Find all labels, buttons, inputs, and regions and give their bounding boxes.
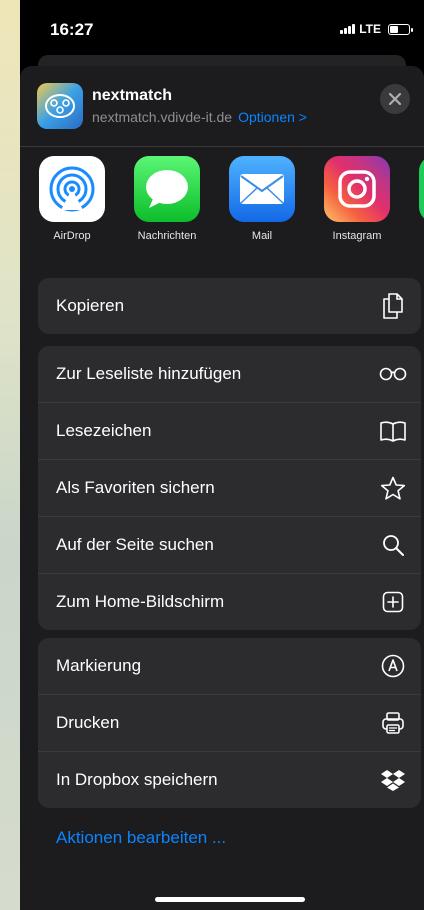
status-indicators: LTE bbox=[340, 22, 413, 36]
signal-icon bbox=[340, 24, 356, 34]
dropbox-icon bbox=[379, 766, 407, 794]
action-label: Drucken bbox=[56, 713, 120, 732]
nextmatch-logo-icon bbox=[37, 83, 83, 129]
add-square-icon bbox=[379, 588, 407, 616]
share-target-mail[interactable]: Mail bbox=[222, 156, 302, 242]
copy-icon bbox=[379, 292, 407, 320]
header-subtitle: nextmatch.vdivde-it.de Optionen > bbox=[92, 109, 307, 125]
close-icon bbox=[389, 93, 401, 105]
share-target-airdrop[interactable]: AirDrop bbox=[32, 156, 112, 242]
app-icon bbox=[419, 156, 424, 222]
action-group-copy: Kopieren bbox=[38, 278, 421, 334]
app-name: nextmatch bbox=[92, 87, 173, 104]
action-copy[interactable]: Kopieren bbox=[38, 278, 421, 334]
edit-actions-link[interactable]: Aktionen bearbeiten ... bbox=[56, 828, 226, 848]
messages-icon bbox=[134, 156, 200, 222]
action-label: Lesezeichen bbox=[56, 421, 152, 440]
close-button[interactable] bbox=[380, 84, 410, 114]
share-sheet: nextmatch nextmatch.vdivde-it.de Optionen… bbox=[20, 66, 424, 910]
status-bar: 16:27 LTE bbox=[20, 0, 424, 50]
printer-icon bbox=[379, 709, 407, 737]
mail-icon bbox=[229, 156, 295, 222]
action-label: Markierung bbox=[56, 656, 142, 675]
action-label: Als Favoriten sichern bbox=[56, 478, 215, 497]
battery-icon bbox=[388, 23, 413, 35]
home-indicator[interactable] bbox=[155, 897, 305, 902]
share-target-label: Nachrichten bbox=[137, 230, 197, 242]
network-type: LTE bbox=[359, 22, 381, 36]
share-target-label: Instagram bbox=[332, 230, 382, 242]
action-add-to-home[interactable]: Zum Home-Bildschirm bbox=[38, 574, 421, 630]
share-target-label: Mail bbox=[251, 230, 273, 242]
status-time: 16:27 bbox=[50, 20, 94, 39]
action-print[interactable]: Drucken bbox=[38, 695, 421, 752]
share-header: nextmatch nextmatch.vdivde-it.de Optionen… bbox=[20, 66, 424, 147]
star-icon bbox=[379, 474, 407, 502]
action-label: Kopieren bbox=[56, 296, 125, 315]
action-label: Zur Leseliste hinzufügen bbox=[56, 364, 242, 383]
action-label: Zum Home-Bildschirm bbox=[56, 592, 225, 611]
share-targets-row: AirDrop Nachrichten Mail Instagram bbox=[20, 146, 424, 254]
share-target-instagram[interactable]: Instagram bbox=[317, 156, 397, 242]
page-url: nextmatch.vdivde-it.de bbox=[92, 109, 233, 125]
airdrop-icon bbox=[39, 156, 105, 222]
phone-screen: 16:27 LTE nextmatch nextmatch.vdivde-it.… bbox=[20, 0, 424, 910]
glasses-icon bbox=[379, 360, 407, 388]
action-favorite[interactable]: Als Favoriten sichern bbox=[38, 460, 421, 517]
action-markup[interactable]: Markierung bbox=[38, 638, 421, 695]
action-reading-list[interactable]: Zur Leseliste hinzufügen bbox=[38, 346, 421, 403]
action-label: In Dropbox speichern bbox=[56, 770, 218, 789]
action-find-on-page[interactable]: Auf der Seite suchen bbox=[38, 517, 421, 574]
instagram-icon bbox=[324, 156, 390, 222]
action-group-extensions: Markierung Drucken In Dropbox speichern bbox=[38, 638, 421, 808]
markup-icon bbox=[379, 652, 407, 680]
action-label: Auf der Seite suchen bbox=[56, 535, 214, 554]
options-link[interactable]: Optionen > bbox=[238, 109, 307, 125]
action-dropbox[interactable]: In Dropbox speichern bbox=[38, 752, 421, 808]
action-bookmark[interactable]: Lesezeichen bbox=[38, 403, 421, 460]
search-icon bbox=[379, 531, 407, 559]
action-group-page: Zur Leseliste hinzufügen Lesezeichen Als… bbox=[38, 346, 421, 630]
share-target-label: AirDrop bbox=[53, 230, 91, 242]
share-target-more[interactable] bbox=[412, 156, 424, 222]
share-target-messages[interactable]: Nachrichten bbox=[127, 156, 207, 242]
book-icon bbox=[379, 417, 407, 445]
